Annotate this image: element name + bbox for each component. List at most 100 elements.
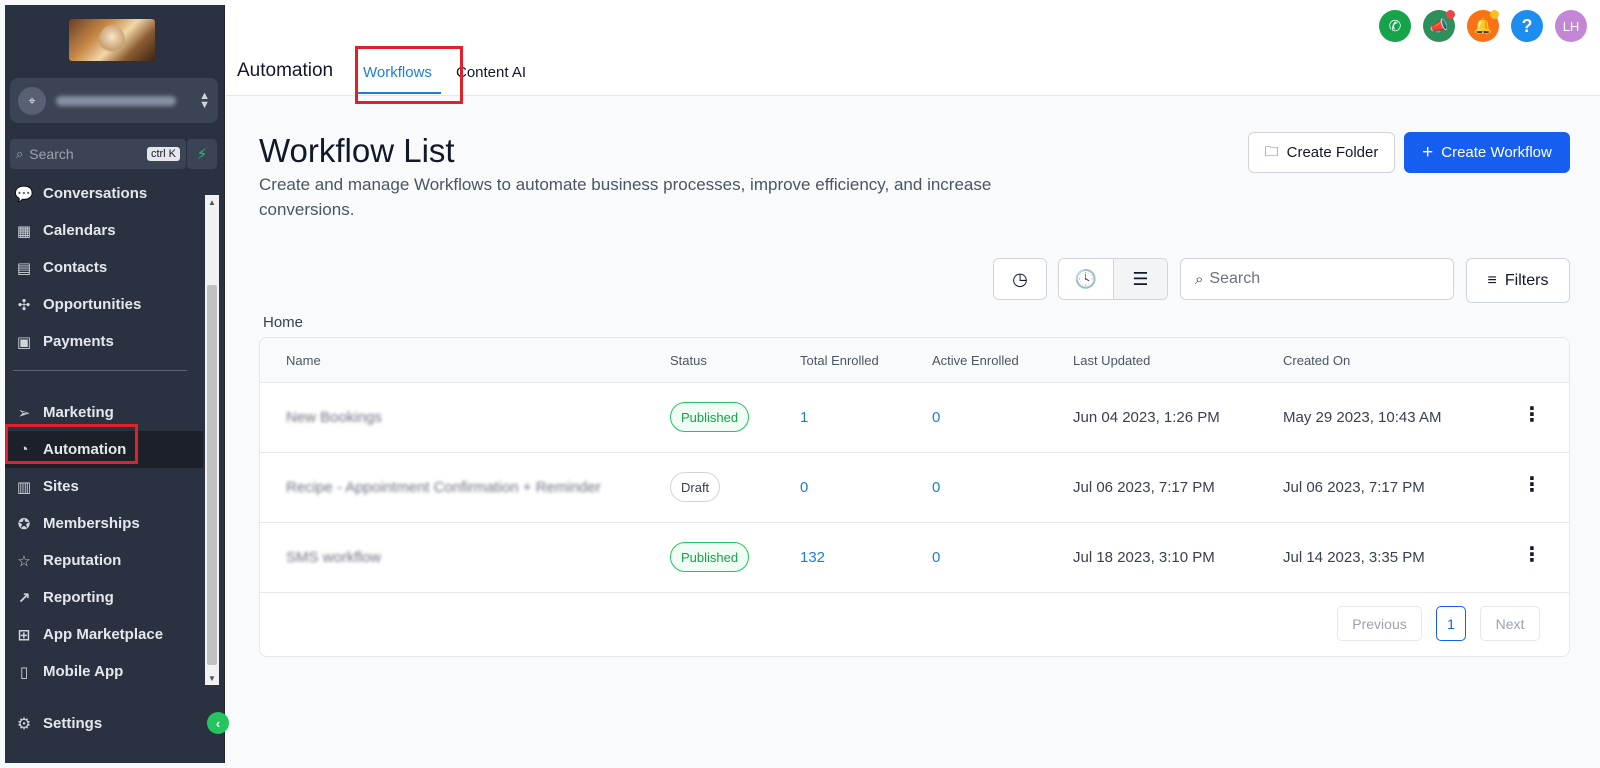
search-icon: ⌕ [16, 146, 24, 161]
active-enrolled[interactable]: 0 [932, 409, 940, 426]
collapse-sidebar-button[interactable]: ‹ [207, 712, 229, 734]
more-options-icon[interactable]: ⋮ [1522, 405, 1542, 425]
calendar-icon: ▦ [16, 222, 32, 240]
workflow-name[interactable]: New Bookings [286, 409, 382, 426]
create-workflow-button[interactable]: + Create Workflow [1404, 132, 1570, 173]
sites-icon: ▥ [16, 478, 32, 496]
recent-view-button[interactable]: 🕓 [1059, 259, 1113, 299]
list-view-button[interactable]: ☰ [1112, 259, 1167, 299]
last-updated: Jun 04 2023, 1:26 PM [1073, 409, 1220, 426]
total-enrolled[interactable]: 132 [800, 549, 825, 566]
search-input[interactable] [1209, 270, 1430, 288]
total-enrolled[interactable]: 1 [800, 409, 808, 426]
status-badge: Published [670, 542, 750, 572]
payments-icon: ▣ [16, 333, 32, 351]
phone-icon[interactable]: ✆ [1379, 10, 1411, 42]
sidebar-item-label: Settings [43, 715, 103, 732]
page-number-button[interactable]: 1 [1436, 606, 1466, 641]
column-header[interactable]: Name [286, 353, 321, 368]
sidebar-item-label: App Marketplace [43, 626, 164, 643]
breadcrumb[interactable]: Home [263, 314, 303, 331]
sidebar-item-label: Marketing [43, 404, 114, 421]
bell-icon[interactable]: 🔔 [1467, 10, 1499, 42]
sidebar-item-contacts[interactable]: ▤ Contacts [5, 249, 203, 286]
quick-actions-bolt-icon[interactable]: ⚡ [187, 139, 217, 169]
total-enrolled[interactable]: 0 [800, 479, 808, 496]
last-updated: Jul 06 2023, 7:17 PM [1073, 479, 1215, 496]
active-enrolled[interactable]: 0 [932, 479, 940, 496]
create-folder-label: Create Folder [1286, 144, 1379, 161]
filters-button[interactable]: ≡ Filters [1466, 258, 1570, 303]
more-options-icon[interactable]: ⋮ [1522, 475, 1542, 495]
more-options-icon[interactable]: ⋮ [1522, 545, 1542, 565]
sidebar-item-memberships[interactable]: ✪ Memberships [5, 505, 203, 542]
sidebar-item-reporting[interactable]: ↗ Reporting [5, 579, 203, 616]
sidebar-item-settings[interactable]: ⚙ Settings [5, 705, 203, 742]
grid-icon: ⊞ [17, 626, 31, 644]
created-on: May 29 2023, 10:43 AM [1283, 409, 1442, 426]
sidebar-item-reputation[interactable]: ☆ Reputation [5, 542, 203, 579]
workflow-name[interactable]: Recipe - Appointment Confirmation + Remi… [286, 479, 601, 496]
sidebar-item-calendars[interactable]: ▦ Calendars [5, 212, 203, 249]
sidebar-item-app-marketplace[interactable]: ⊞ App Marketplace [5, 616, 203, 653]
folder-icon: 🗀 [1264, 142, 1279, 159]
status-badge: Draft [670, 472, 721, 502]
previous-page-button[interactable]: Previous [1337, 606, 1422, 641]
clock-icon: 🕓 [1074, 268, 1098, 289]
sidebar-item-payments[interactable]: ▣ Payments [5, 323, 203, 360]
star-icon: ☆ [17, 552, 31, 570]
sidebar-item-sites[interactable]: ▥ Sites [5, 468, 203, 505]
active-enrolled[interactable]: 0 [932, 549, 940, 566]
column-header[interactable]: Created On [1283, 353, 1350, 368]
location-switcher[interactable]: ⌖ ▲ ▼ [10, 78, 218, 123]
column-header[interactable]: Total Enrolled [800, 353, 879, 368]
workflow-table: Name Status Total Enrolled Active Enroll… [259, 337, 1570, 657]
sidebar-item-label: Conversations [43, 185, 148, 202]
workflow-name[interactable]: SMS workflow [286, 549, 381, 566]
sidebar-scrollbar[interactable]: ▲ ▼ [205, 195, 219, 685]
company-logo[interactable] [69, 19, 155, 61]
highlight-box-workflows [355, 46, 463, 104]
table-row[interactable]: New Bookings Published 1 0 Jun 04 2023, … [260, 383, 1569, 453]
sidebar-item-label: Mobile App [43, 663, 124, 680]
created-on: Jul 06 2023, 7:17 PM [1283, 479, 1425, 496]
avatar[interactable]: LH [1555, 10, 1587, 42]
column-header[interactable]: Status [670, 353, 707, 368]
table-row[interactable]: SMS workflow Published 132 0 Jul 18 2023… [260, 523, 1569, 593]
contacts-icon: ▤ [16, 259, 32, 277]
table-header: Name Status Total Enrolled Active Enroll… [260, 338, 1569, 383]
list-icon: ☰ [1132, 268, 1149, 289]
app-title: Automation [237, 60, 334, 81]
sidebar-item-conversations[interactable]: 💬 Conversations [5, 185, 203, 212]
sidebar: ⌖ ▲ ▼ ⌕ Search ctrl K ⚡ 💬 Conversations ▦… [5, 5, 225, 763]
sidebar-search[interactable]: ⌕ Search ctrl K [10, 139, 186, 169]
chevron-updown-icon: ▲ ▼ [199, 89, 210, 111]
megaphone-icon[interactable]: 📣 [1423, 10, 1455, 42]
filter-icon: ≡ [1487, 271, 1497, 289]
history-button[interactable]: ◷ [993, 258, 1047, 300]
page-title: Workflow List [259, 132, 455, 169]
memberships-icon: ✪ [17, 515, 31, 533]
scroll-up-icon[interactable]: ▲ [205, 195, 219, 209]
table-row[interactable]: Recipe - Appointment Confirmation + Remi… [260, 453, 1569, 523]
workflow-search[interactable]: ⌕ [1180, 258, 1454, 300]
scrollbar-thumb[interactable] [207, 285, 217, 665]
column-header[interactable]: Last Updated [1073, 353, 1150, 368]
sidebar-item-label: Opportunities [43, 296, 142, 313]
next-page-button[interactable]: Next [1480, 606, 1540, 641]
tab-content-ai[interactable]: Content AI [456, 64, 526, 81]
help-icon[interactable]: ? [1511, 10, 1543, 42]
column-header[interactable]: Active Enrolled [932, 353, 1019, 368]
scroll-down-icon[interactable]: ▼ [205, 671, 219, 685]
sidebar-item-label: Payments [43, 333, 114, 350]
page-description: Create and manage Workflows to automate … [259, 175, 992, 219]
sidebar-divider [13, 370, 187, 371]
sidebar-item-opportunities[interactable]: ✣ Opportunities [5, 286, 203, 323]
last-updated: Jul 18 2023, 3:10 PM [1073, 549, 1215, 566]
sidebar-item-label: Reputation [43, 552, 122, 569]
trend-icon: ↗ [17, 589, 31, 607]
shortcut-badge: ctrl K [146, 147, 180, 161]
search-icon: ⌕ [1195, 270, 1204, 288]
create-folder-button[interactable]: 🗀 Create Folder [1248, 132, 1395, 173]
sidebar-item-mobile-app[interactable]: ▯ Mobile App [5, 653, 203, 683]
